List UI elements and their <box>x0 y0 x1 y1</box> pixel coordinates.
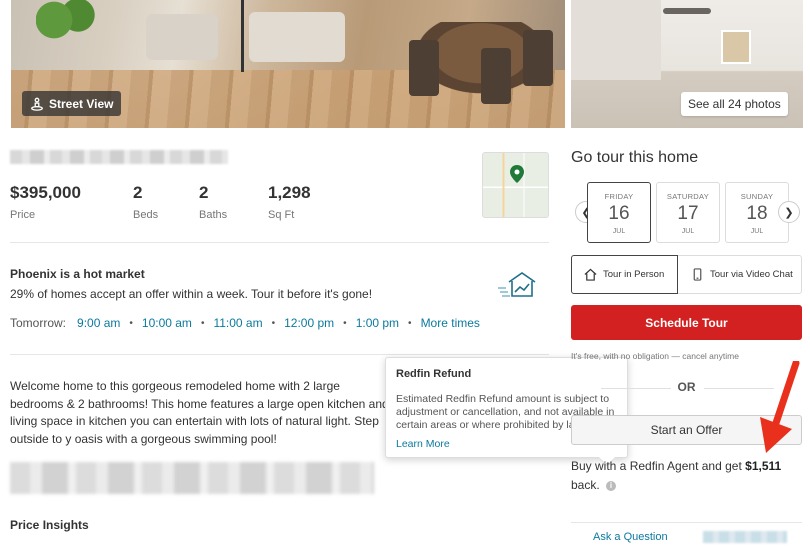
day-number: 17 <box>677 203 699 224</box>
beds-label: Beds <box>133 209 159 221</box>
price-stat: $395,000 Price <box>10 183 81 221</box>
divider <box>571 522 802 523</box>
tour-time-slot[interactable]: 12:00 pm <box>284 316 334 330</box>
buy-prefix: Buy with a Redfin Agent and get <box>571 459 742 473</box>
separator-dot: • <box>129 317 133 329</box>
hot-market-title: Phoenix is a hot market <box>10 267 145 281</box>
separator-dot: • <box>343 317 347 329</box>
refund-amount: $1,511 <box>745 459 782 473</box>
day-card-friday[interactable]: FRIDAY 16 JUL <box>587 182 651 243</box>
redacted-link <box>703 531 787 543</box>
street-view-label: Street View <box>49 96 114 111</box>
price-insights-heading: Price Insights <box>10 518 89 532</box>
beds-stat: 2 Beds <box>133 183 158 221</box>
day-weekday: FRIDAY <box>604 192 634 201</box>
tour-time-slot[interactable]: 10:00 am <box>142 316 192 330</box>
house-icon <box>584 268 597 281</box>
baths-label: Baths <box>199 209 228 221</box>
day-card-saturday[interactable]: SATURDAY 17 JUL <box>656 182 720 243</box>
beds-value: 2 <box>133 183 143 202</box>
free-note: It's free, with no obligation — cancel a… <box>571 351 739 361</box>
day-weekday: SATURDAY <box>666 192 710 201</box>
tour-times-row: Tomorrow: 9:00 am • 10:00 am • 11:00 am … <box>10 316 480 330</box>
photo-chair <box>409 40 439 96</box>
tour-video-label: Tour via Video Chat <box>710 269 793 280</box>
tour-panel-title: Go tour this home <box>571 149 699 166</box>
separator-dot: • <box>271 317 276 329</box>
divider <box>10 354 549 355</box>
separator-dot: • <box>408 317 412 329</box>
tour-time-slot[interactable]: 11:00 am <box>213 316 262 330</box>
info-icon[interactable]: i <box>606 480 617 491</box>
divider <box>10 242 549 243</box>
day-weekday: SUNDAY <box>740 192 774 201</box>
photo-chair <box>481 48 511 104</box>
photo-chair <box>523 30 553 86</box>
day-month: JUL <box>681 228 695 235</box>
separator-dot: • <box>200 317 205 329</box>
schedule-tour-button[interactable]: Schedule Tour <box>571 305 802 340</box>
baths-stat: 2 Baths <box>199 183 227 221</box>
photo-sofa <box>249 12 345 62</box>
street-view-icon <box>31 97 43 111</box>
tour-in-person-option[interactable]: Tour in Person <box>571 255 678 294</box>
chevron-right-icon: ❯ <box>784 206 794 219</box>
street-view-button[interactable]: Street View <box>22 91 122 116</box>
hot-market-subtitle: 29% of homes accept an offer within a we… <box>10 287 373 301</box>
photo-window <box>721 30 751 64</box>
day-month: JUL <box>750 228 764 235</box>
see-all-photos-button[interactable]: See all 24 photos <box>681 92 788 116</box>
photo-plant <box>36 0 96 50</box>
tour-in-person-label: Tour in Person <box>603 269 665 280</box>
photo-ceiling-fan <box>663 8 711 14</box>
phone-icon <box>693 268 702 281</box>
description-redacted <box>10 462 374 494</box>
next-day-button[interactable]: ❯ <box>778 201 800 223</box>
day-number: 16 <box>608 203 630 224</box>
buy-suffix: back. <box>571 478 600 492</box>
tour-video-option[interactable]: Tour via Video Chat <box>678 255 802 294</box>
redfin-agent-refund-text: Buy with a Redfin Agent and get $1,511 b… <box>571 457 801 495</box>
more-times-link[interactable]: More times <box>421 316 480 330</box>
price-value: $395,000 <box>10 183 81 202</box>
photo-armchair <box>146 14 218 60</box>
tour-time-slot[interactable]: 1:00 pm <box>356 316 399 330</box>
sqft-stat: 1,298 Sq Ft <box>268 183 311 221</box>
listing-description: Welcome home to this gorgeous remodeled … <box>10 379 389 446</box>
mini-map[interactable] <box>482 152 549 218</box>
annotation-arrow-icon <box>760 361 800 453</box>
price-label: Price <box>10 209 36 221</box>
tour-times-prefix: Tomorrow: <box>10 316 67 330</box>
photo-wall <box>571 0 661 80</box>
address-redacted <box>10 150 228 164</box>
hot-market-house-chart-icon <box>498 272 536 297</box>
tooltip-title: Redfin Refund <box>396 368 472 380</box>
map-pin-icon <box>510 165 524 183</box>
tour-time-slot[interactable]: 9:00 am <box>77 316 120 330</box>
sqft-label: Sq Ft <box>268 209 295 221</box>
ask-question-link[interactable]: Ask a Question <box>593 531 668 543</box>
baths-value: 2 <box>199 183 209 202</box>
sqft-value: 1,298 <box>268 183 311 202</box>
day-month: JUL <box>612 228 626 235</box>
photo-lamp <box>241 0 244 72</box>
